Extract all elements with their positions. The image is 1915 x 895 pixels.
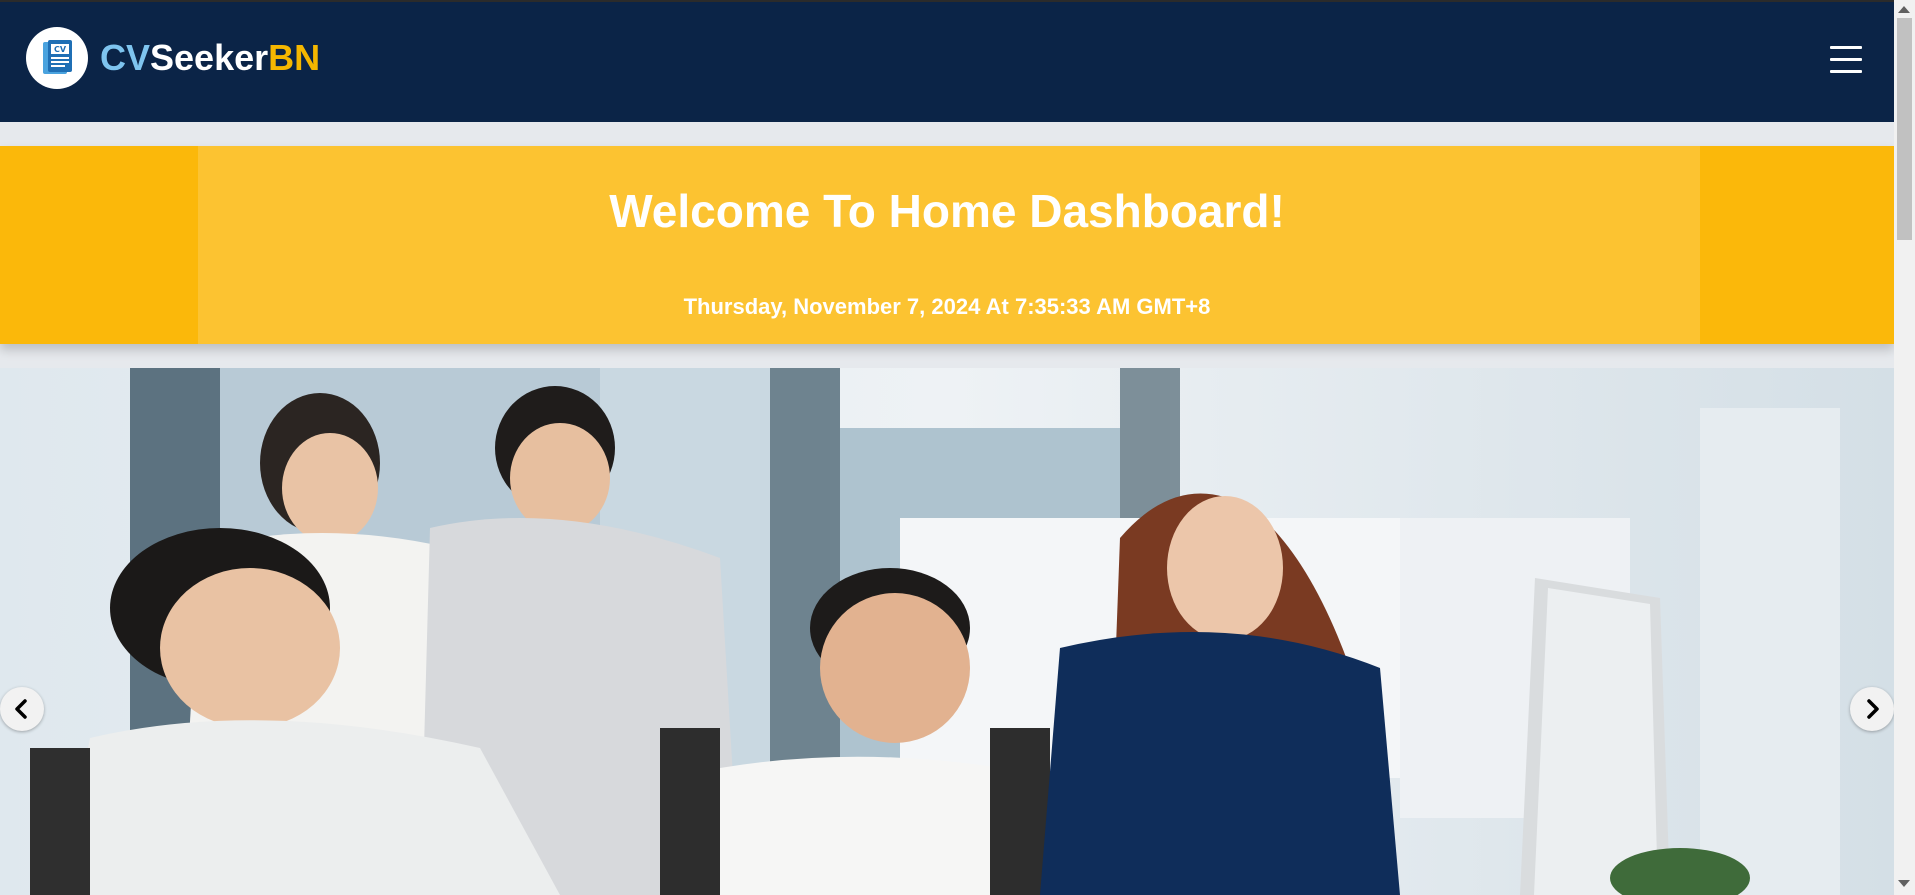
logo-badge-text: CV	[54, 45, 67, 54]
brand-bn: BN	[268, 37, 321, 78]
vertical-scrollbar[interactable]	[1894, 0, 1915, 895]
brand-name: CVSeekerBN	[100, 40, 320, 76]
brand-logo[interactable]: CV CVSeekerBN	[26, 26, 320, 90]
scroll-up-arrow-icon[interactable]	[1898, 6, 1910, 13]
brand-seeker: Seeker	[150, 37, 269, 78]
welcome-title: Welcome To Home Dashboard!	[609, 185, 1285, 237]
welcome-banner: Welcome To Home Dashboard! Thursday, Nov…	[0, 146, 1894, 344]
carousel-next-button[interactable]	[1850, 687, 1894, 731]
hero-carousel-image	[0, 368, 1894, 895]
chevron-right-icon	[1867, 699, 1879, 719]
chevron-left-icon	[15, 699, 27, 719]
top-navbar: CV CVSeekerBN	[0, 2, 1894, 122]
hamburger-menu-icon[interactable]	[1830, 46, 1862, 80]
scroll-down-arrow-icon[interactable]	[1898, 880, 1910, 887]
scroll-thumb[interactable]	[1897, 18, 1912, 240]
carousel-prev-button[interactable]	[0, 687, 44, 731]
window-top-border	[0, 0, 1915, 2]
cv-document-icon: CV	[26, 27, 88, 89]
current-datetime: Thursday, November 7, 2024 At 7:35:33 AM…	[683, 294, 1211, 319]
brand-cv: CV	[100, 37, 151, 78]
page: CV CVSeekerBN Welcome To Home Dashboard!…	[0, 0, 1894, 895]
